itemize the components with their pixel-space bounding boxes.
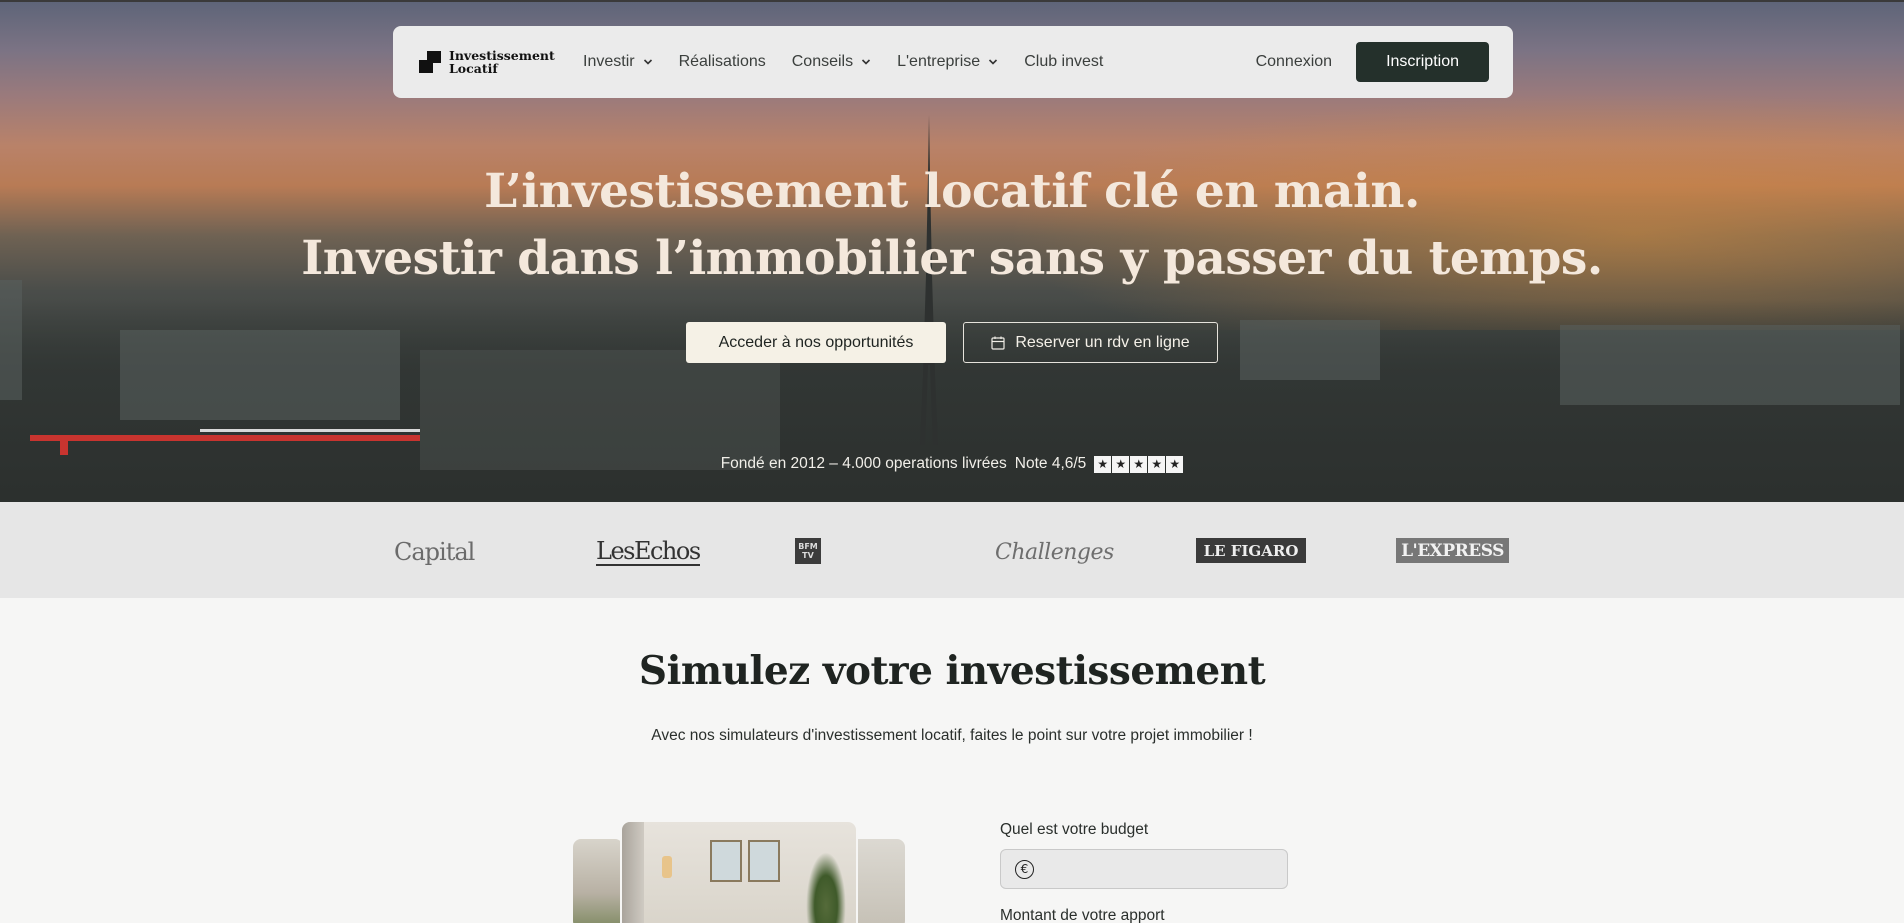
menu-item-investir[interactable]: Investir [583, 53, 653, 71]
hero-section: Investissement Locatif Investir Réalisat… [0, 0, 1904, 502]
menu-item-conseils[interactable]: Conseils [792, 53, 871, 71]
hero-cta-row: Acceder à nos opportunités Reserver un r… [0, 322, 1904, 363]
building [420, 350, 780, 470]
chevron-down-icon [862, 59, 871, 65]
menu-item-label: Club invest [1024, 53, 1104, 70]
menu-item-realisations[interactable]: Réalisations [679, 53, 766, 71]
hero-title-line1: L’investissement locatif clé en main. [484, 164, 1420, 219]
star-icon: ★ [1166, 455, 1184, 473]
star-icon: ★ [1148, 455, 1166, 473]
star-icon: ★ [1130, 455, 1148, 473]
main-menu: Investir Réalisations Conseils L'entrepr… [583, 53, 1129, 71]
logo-icon [419, 51, 441, 73]
bfm-line2: TV [802, 551, 814, 560]
rating-text: Note 4,6/5 [1014, 455, 1087, 472]
budget-label: Quel est votre budget [1000, 821, 1149, 838]
nav-actions: Connexion Inscription [1256, 42, 1489, 82]
top-border [0, 0, 1904, 2]
opportunities-button[interactable]: Acceder à nos opportunités [686, 322, 946, 363]
logo-line2: Locatif [449, 61, 498, 76]
budget-field[interactable]: € [1000, 849, 1288, 889]
crane-image [0, 425, 420, 455]
curtain [622, 822, 644, 923]
book-appointment-label: Reserver un rdv en ligne [1015, 333, 1190, 351]
hero-title-line2: Investir dans l’immobilier sans y passer… [301, 231, 1603, 286]
star-icon: ★ [1094, 455, 1112, 473]
press-logo-challenges: Challenges [995, 539, 1114, 565]
menu-item-label: Conseils [791, 53, 854, 70]
interior-photo-main [620, 820, 858, 923]
press-logo-lefigaro: LE FIGARO [1196, 538, 1306, 563]
wall-frame [748, 840, 780, 882]
logo-text: Investissement Locatif [449, 49, 555, 75]
menu-item-label: L'entreprise [897, 53, 981, 70]
top-navigation: Investissement Locatif Investir Réalisat… [393, 26, 1513, 98]
menu-item-club-invest[interactable]: Club invest [1024, 53, 1103, 71]
calendar-icon [991, 336, 1005, 350]
simulator-title: Simulez votre investissement [638, 648, 1266, 694]
menu-item-label: Investir [583, 53, 635, 70]
wall-lamp [662, 856, 672, 878]
hero-stats: Fondé en 2012 – 4.000 operations livrées… [0, 455, 1904, 473]
euro-icon: € [1015, 859, 1034, 879]
plant [806, 852, 846, 923]
press-logo-bfmtv: BFM TV [795, 538, 821, 564]
interior-photo-left [573, 839, 623, 923]
menu-item-entreprise[interactable]: L'entreprise [897, 53, 998, 71]
book-appointment-button[interactable]: Reserver un rdv en ligne [963, 322, 1218, 363]
login-link[interactable]: Connexion [1256, 53, 1333, 71]
press-logo-capital: Capital [394, 538, 475, 566]
press-logos-bar: Capital LesEchos BFM TV Challenges LE FI… [0, 502, 1904, 598]
simulator-subtitle: Avec nos simulateurs d'investissement lo… [651, 727, 1253, 744]
budget-input[interactable] [1042, 854, 1282, 884]
menu-item-label: Réalisations [678, 53, 766, 70]
signup-button[interactable]: Inscription [1356, 42, 1489, 82]
bfm-line1: BFM [798, 542, 818, 551]
rating-stars: ★ ★ ★ ★ ★ [1094, 455, 1184, 473]
chevron-down-icon [989, 59, 998, 65]
hero-title: L’investissement locatif clé en main. In… [0, 158, 1904, 292]
logo[interactable]: Investissement Locatif [419, 49, 561, 75]
press-logo-lesechos: LesEchos [596, 537, 701, 566]
apport-label: Montant de votre apport [1000, 907, 1165, 923]
star-icon: ★ [1112, 455, 1130, 473]
chevron-down-icon [643, 59, 652, 65]
press-logo-lexpress: L'EXPRESS [1396, 538, 1509, 563]
wall-frame [710, 840, 742, 882]
stats-text: Fondé en 2012 – 4.000 operations livrées [720, 455, 1007, 472]
